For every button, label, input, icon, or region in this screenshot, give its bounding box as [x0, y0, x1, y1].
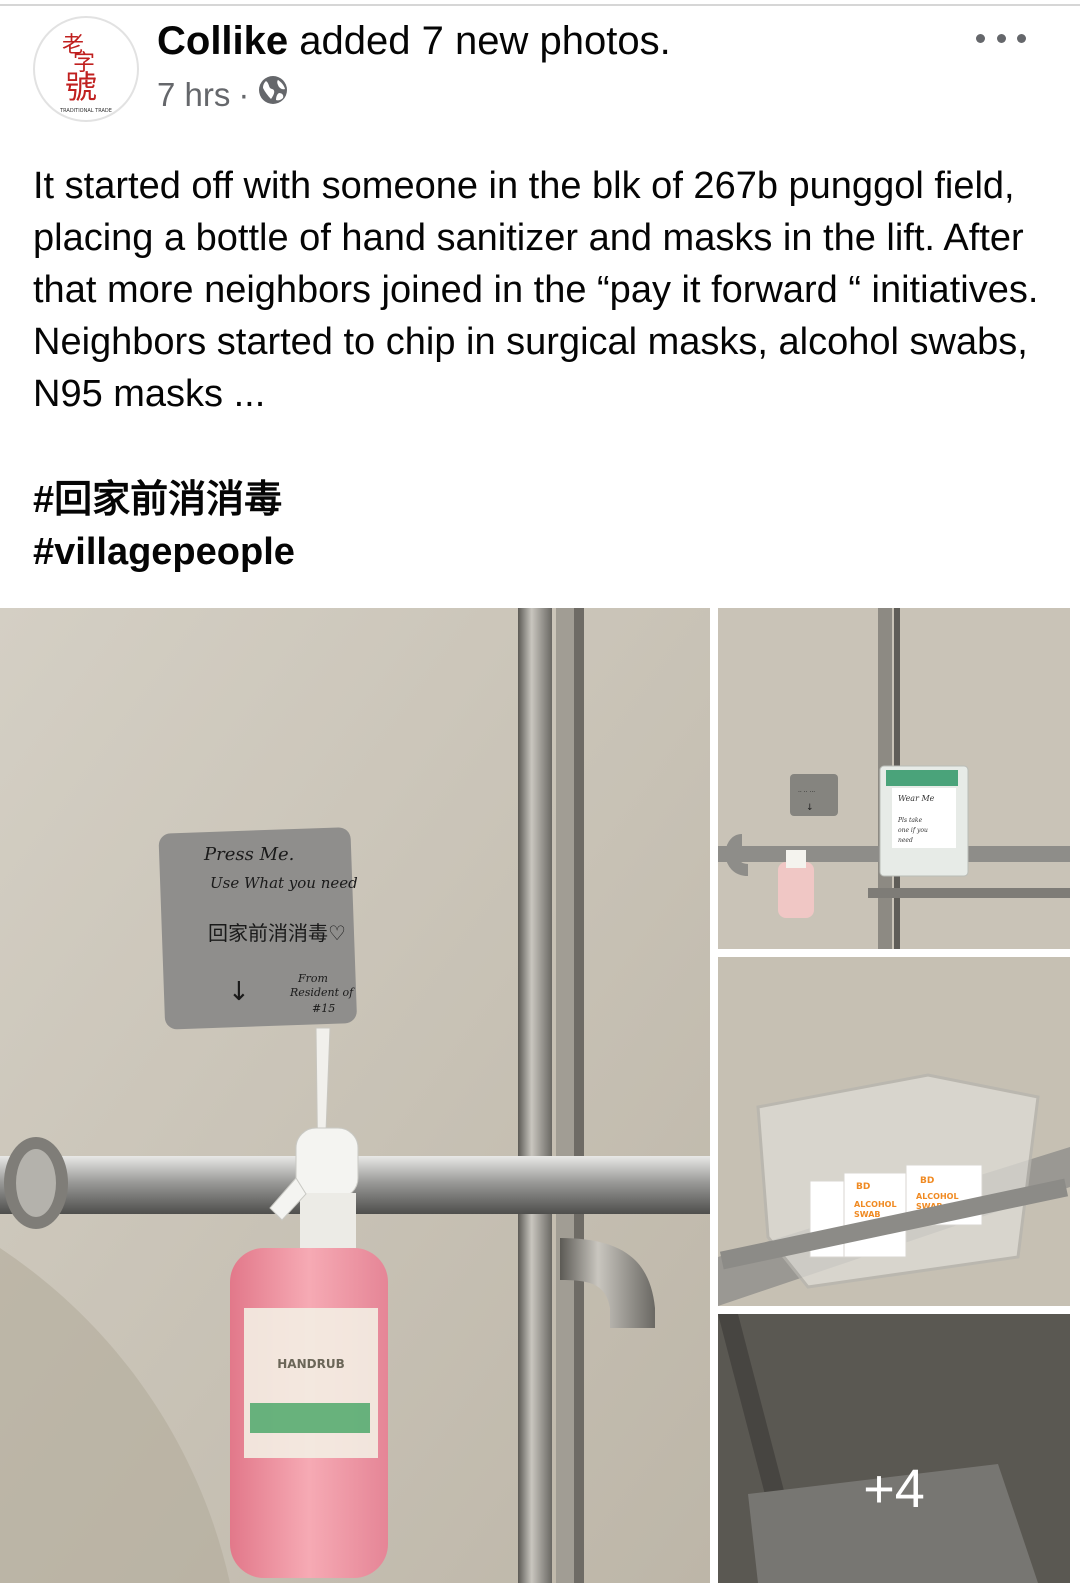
svg-text:BD: BD	[920, 1176, 934, 1186]
card-line: need	[898, 837, 913, 844]
note-line: Resident of	[289, 986, 355, 999]
card-line: Wear Me	[898, 794, 935, 803]
note-line: 回家前消消毒♡	[208, 921, 346, 945]
photo-more-overlay[interactable]: +4	[718, 1314, 1070, 1583]
hashtag-link[interactable]: #villagepeople	[33, 526, 295, 578]
author-name[interactable]: Collike	[157, 19, 288, 63]
swab-label: SWAB	[854, 1210, 881, 1219]
globe-icon	[257, 74, 289, 115]
bottle-label: HANDRUB	[277, 1357, 344, 1371]
note-line: Use What you need	[210, 874, 358, 892]
swab-label: ALCOHOL	[854, 1200, 897, 1209]
svg-text:號: 號	[65, 68, 97, 106]
post-title: Collike added 7 new photos.	[157, 18, 671, 64]
svg-text:↓: ↓	[806, 803, 814, 813]
svg-text:·· ·· ···: ·· ·· ···	[798, 789, 815, 796]
note-line: #15	[312, 1002, 335, 1015]
note-line: From	[297, 972, 328, 985]
svg-text:ALCOHOL: ALCOHOL	[916, 1192, 959, 1201]
meta-separator: ·	[238, 75, 250, 113]
hashtag-list: #回家前消消毒 #villagepeople	[33, 474, 295, 578]
more-photos-count: +4	[863, 1459, 925, 1519]
photo-alcohol-swabs[interactable]: BD ALCOHOL SWAB BD ALCOHOL SWAB	[718, 957, 1070, 1306]
post-body: It started off with someone in the blk o…	[33, 165, 1039, 415]
photo-sanitizer-lift[interactable]: Press Me. Use What you need 回家前消消毒♡ ↓ Fr…	[0, 608, 710, 1583]
hashtag-link[interactable]: #回家前消消毒	[33, 474, 295, 526]
card-line: one if you	[898, 827, 928, 834]
page-avatar[interactable]: 老 字 號 TRADITIONAL TRADE	[33, 16, 139, 122]
post-timestamp[interactable]: 7 hrs	[157, 75, 230, 115]
svg-text:TRADITIONAL TRADE: TRADITIONAL TRADE	[59, 108, 112, 114]
traditional-trade-logo: 老 字 號 TRADITIONAL TRADE	[59, 33, 112, 114]
note-line: Press Me.	[203, 844, 294, 865]
card-line: Pls take	[897, 817, 923, 824]
post-action: added 7 new photos.	[288, 19, 671, 63]
top-divider	[0, 4, 1080, 6]
more-options-icon[interactable]	[976, 20, 1026, 56]
post-meta: 7 hrs ·	[157, 74, 289, 115]
down-arrow-icon: ↓	[228, 977, 250, 1007]
swab-brand: BD	[856, 1182, 870, 1192]
photo-masks-lift[interactable]: ·· ·· ··· ↓ Wear Me Pls take one if you …	[718, 608, 1070, 949]
